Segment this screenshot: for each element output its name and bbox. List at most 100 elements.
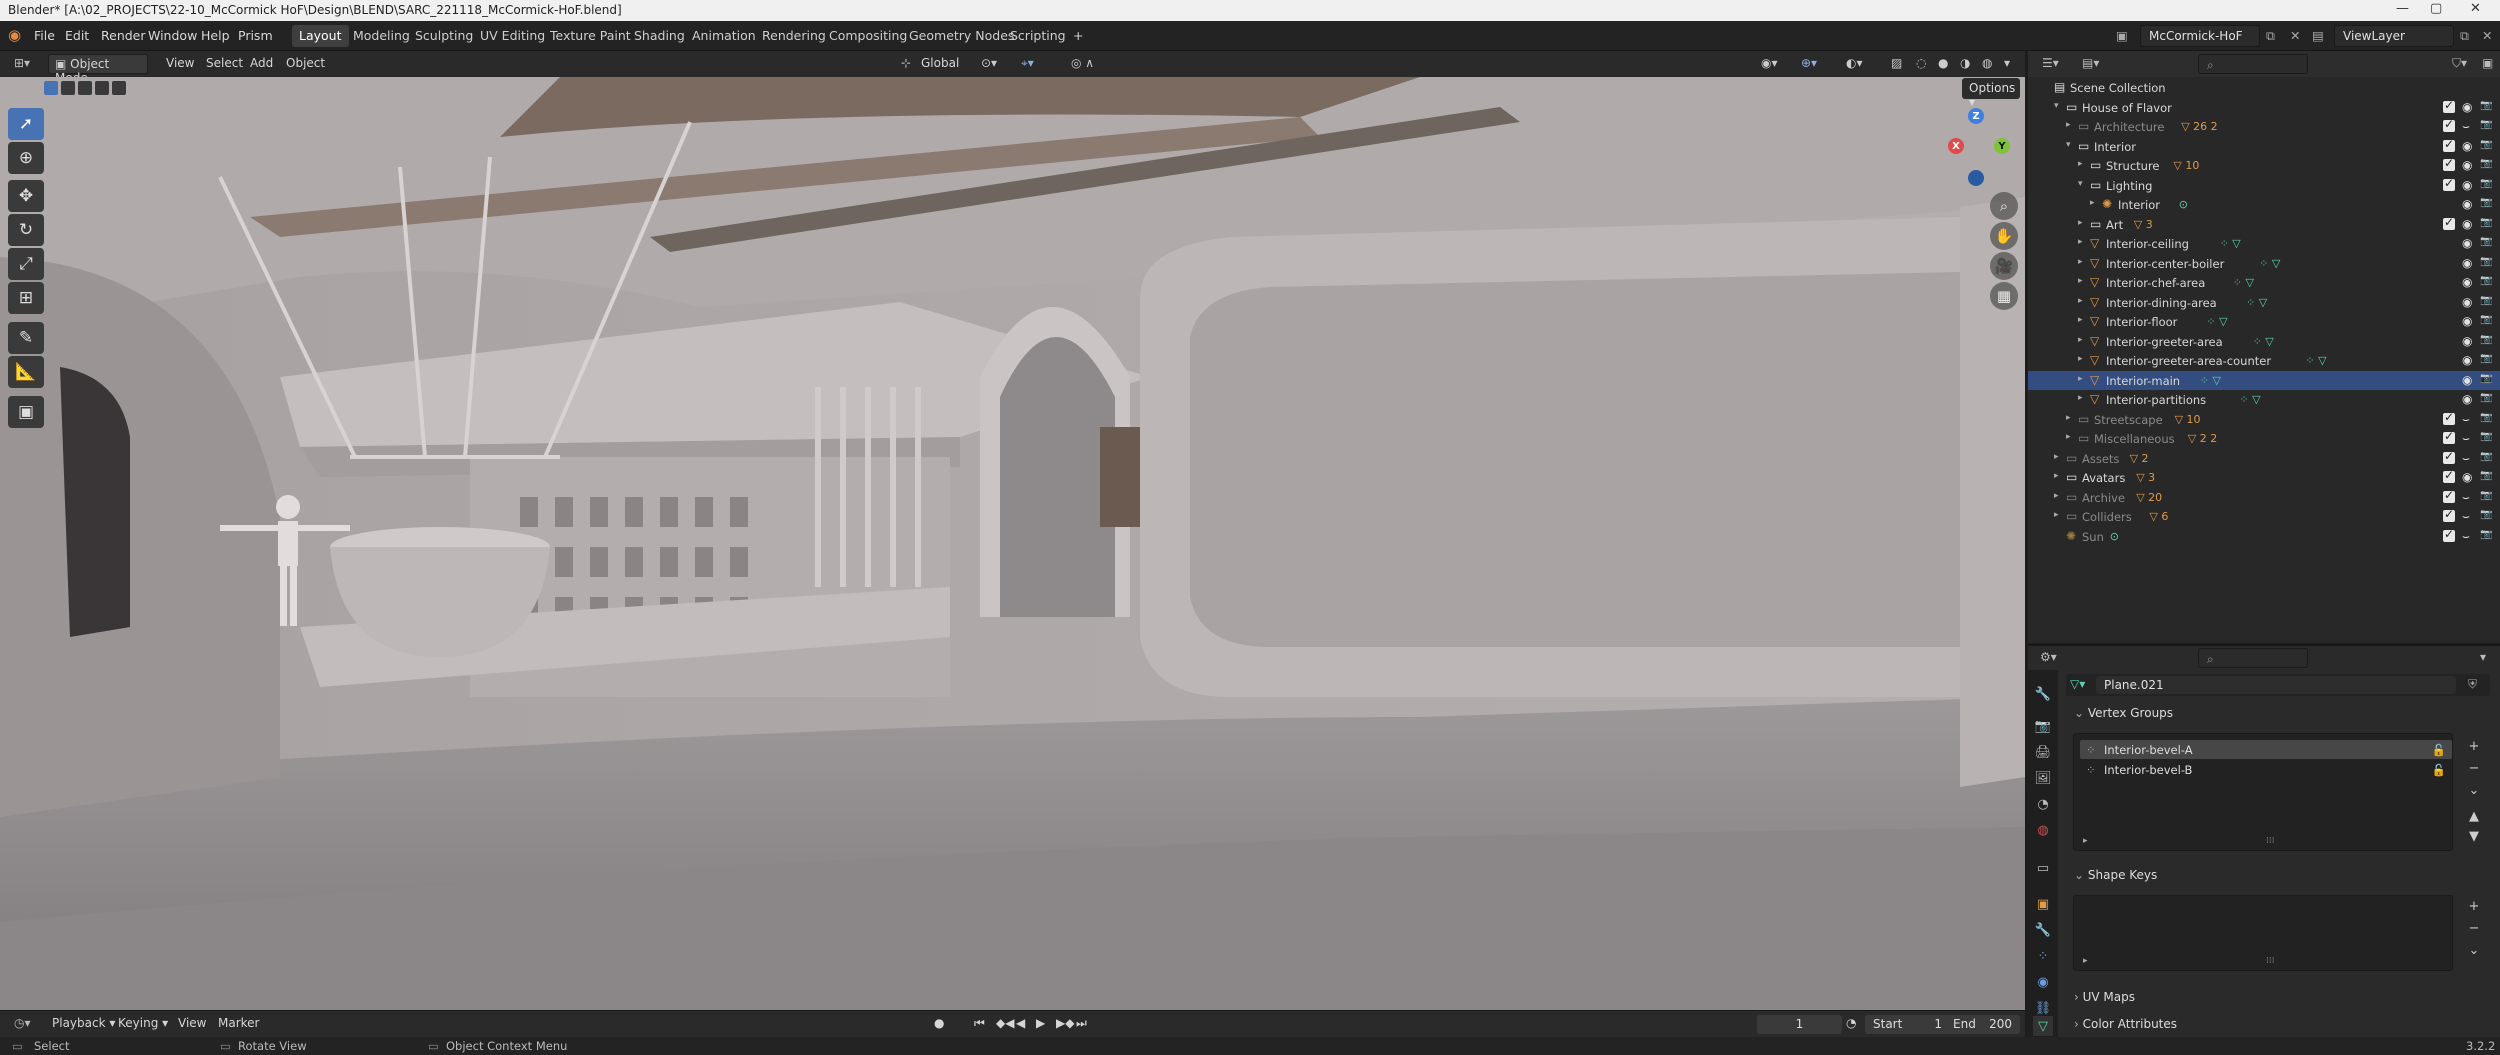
eye-closed-icon[interactable]: ⌣ xyxy=(2462,119,2470,134)
camera-icon[interactable]: 📷 xyxy=(2480,217,2492,228)
eye-icon[interactable]: ◉ xyxy=(2462,217,2472,231)
tab-sculpting[interactable]: Sculpting xyxy=(408,25,480,47)
particles-tab-icon[interactable]: ⁘ xyxy=(2033,946,2053,966)
outliner-row[interactable]: ▸ ▭ Miscellaneous ▽ 2 2 ⌣ 📷 xyxy=(2028,429,2500,449)
move-tool-icon[interactable]: ✥ xyxy=(8,180,44,212)
scale-tool-icon[interactable]: ⤢ xyxy=(8,248,44,280)
expand-arrow-icon[interactable]: ▸ xyxy=(2078,354,2083,364)
outliner-row[interactable]: ▾ ▭ Lighting ◉ 📷 xyxy=(2028,176,2500,196)
child-count-icon[interactable]: ▽ 26 2 xyxy=(2181,120,2217,133)
lock-icon[interactable]: 🔓 xyxy=(2432,763,2446,777)
eye-icon[interactable]: ◉ xyxy=(2462,373,2472,387)
zoom-icon[interactable]: ⌕ xyxy=(1990,192,2018,220)
camera-icon[interactable]: 📷 xyxy=(2480,275,2492,286)
tool-tab-icon[interactable]: 🔧 xyxy=(2033,684,2053,704)
snap-icon[interactable]: ⌖▾ xyxy=(1015,54,1040,74)
menu-view[interactable]: View xyxy=(160,54,200,74)
camera-icon[interactable]: 📷 xyxy=(2480,236,2492,247)
outliner-row[interactable]: ▤ Scene Collection xyxy=(2028,78,2500,98)
object-tab-icon[interactable]: ▣ xyxy=(2033,894,2053,914)
menu-edit[interactable]: Edit xyxy=(65,28,89,43)
vertex-group-specials-icon[interactable]: ⌄ xyxy=(2464,780,2484,800)
expand-arrow-icon[interactable]: ▸ xyxy=(2078,218,2083,228)
eye-closed-icon[interactable]: ⌣ xyxy=(2462,509,2470,524)
gizmo-y-axis[interactable]: Y xyxy=(1994,138,2010,154)
camera-icon[interactable]: 📷 xyxy=(2480,509,2492,520)
outliner-row[interactable]: ▸ ▭ Streetscape ▽ 10 ⌣ 📷 xyxy=(2028,410,2500,430)
properties-search-input[interactable]: ⌕ xyxy=(2198,648,2308,668)
expand-arrow-icon[interactable]: ▸ xyxy=(2078,393,2083,403)
mesh-data-tab-icon[interactable]: ▽ xyxy=(2033,1016,2053,1036)
list-resize-handle[interactable]: ⁞⁞⁞ xyxy=(2266,836,2275,846)
menu-render[interactable]: Render xyxy=(101,28,146,43)
minimize-button[interactable]: — xyxy=(2396,1,2409,16)
outliner-row[interactable]: ▸ ▽ Interior-center-boiler ⁘ ▽ ◉ 📷 xyxy=(2028,254,2500,274)
outliner-row[interactable]: ▸ ▽ Interior-partitions ⁘ ▽ ◉ 📷 xyxy=(2028,390,2500,410)
include-checkbox[interactable] xyxy=(2443,410,2455,425)
eye-icon[interactable]: ◉ xyxy=(2462,197,2472,211)
lock-icon[interactable]: 🔓 xyxy=(2432,743,2446,757)
menu-keying[interactable]: Keying ▾ xyxy=(112,1014,174,1034)
editor-type-icon[interactable]: ⊞▾ xyxy=(8,54,36,74)
menu-prism[interactable]: Prism xyxy=(238,28,273,43)
record-icon[interactable]: ● xyxy=(928,1014,950,1034)
jump-end-icon[interactable]: ⏭ xyxy=(1070,1014,1093,1034)
select-box-tool-icon[interactable]: ➚ xyxy=(8,108,44,140)
camera-icon[interactable]: 📷 xyxy=(2480,334,2492,345)
menu-select[interactable]: Select xyxy=(200,54,249,74)
outliner-row[interactable]: ▸ ▭ Colliders ▽ 6 ⌣ 📷 xyxy=(2028,507,2500,527)
tab-compositing[interactable]: Compositing xyxy=(822,25,914,47)
vertex-group-mesh-data-icon[interactable]: ⁘ ▽ xyxy=(2220,237,2241,250)
include-checkbox[interactable] xyxy=(2443,507,2455,522)
fake-user-shield-icon[interactable]: ⛨ xyxy=(2468,677,2477,692)
menu-help[interactable]: Help xyxy=(201,28,230,43)
include-checkbox[interactable] xyxy=(2443,156,2455,171)
expand-arrow-icon[interactable]: ▸ xyxy=(2078,237,2083,247)
properties-editor-icon[interactable]: ⚙▾ xyxy=(2034,648,2063,668)
3d-viewport[interactable] xyxy=(0,77,2025,1010)
eye-closed-icon[interactable]: ⌣ xyxy=(2462,529,2470,544)
eye-icon[interactable]: ◉ xyxy=(2462,353,2472,367)
child-count-icon[interactable]: ▽ 3 xyxy=(2134,218,2153,231)
outliner-row[interactable]: ▸ ▭ Architecture ▽ 26 2 ⌣ 📷 xyxy=(2028,117,2500,137)
expand-arrow-icon[interactable]: ▸ xyxy=(2078,159,2083,169)
vertex-group-mesh-data-icon[interactable]: ⁘ ▽ xyxy=(2206,315,2227,328)
maximize-button[interactable]: ▢ xyxy=(2430,1,2442,16)
display-mode-icon[interactable]: ▤▾ xyxy=(2076,54,2105,74)
overlay-toggle-icon[interactable]: ◐▾ xyxy=(1840,54,1869,74)
child-count-icon[interactable]: ▽ 10 xyxy=(2175,413,2201,426)
delete-viewlayer-icon[interactable]: ✕ xyxy=(2482,28,2492,43)
shading-material-icon[interactable]: ◑ xyxy=(1954,54,1976,74)
menu-add[interactable]: Add xyxy=(244,54,279,74)
child-count-icon[interactable]: ▽ 3 xyxy=(2136,471,2155,484)
include-checkbox[interactable] xyxy=(2443,215,2455,230)
outliner-search-input[interactable]: ⌕ xyxy=(2198,54,2308,74)
physics-tab-icon[interactable]: ◉ xyxy=(2033,972,2053,992)
modifier-tab-icon[interactable]: 🔧 xyxy=(2033,920,2053,940)
expand-arrow-icon[interactable]: ▸ xyxy=(2066,432,2071,442)
outliner-row[interactable]: ▸ ▽ Interior-floor ⁘ ▽ ◉ 📷 xyxy=(2028,312,2500,332)
jump-start-icon[interactable]: ⏮ xyxy=(968,1014,991,1034)
proportional-edit-icon[interactable]: ◎ ∧ xyxy=(1065,54,1100,74)
mode-selector[interactable]: ▣ Object Mode xyxy=(48,54,148,85)
camera-icon[interactable]: 📷 xyxy=(2480,314,2492,325)
remove-vertex-group-button[interactable]: − xyxy=(2464,758,2484,778)
menu-timeline-view[interactable]: View xyxy=(172,1014,212,1034)
view-layer-tab-icon[interactable]: 🖼 xyxy=(2033,768,2053,788)
gizmo-x-axis[interactable]: X xyxy=(1948,138,1964,154)
tab-modeling[interactable]: Modeling xyxy=(346,25,417,47)
outliner-row[interactable]: ▸ ▭ Archive ▽ 20 ⌣ 📷 xyxy=(2028,488,2500,508)
vertex-groups-panel-header[interactable]: ⌄ Vertex Groups xyxy=(2068,703,2463,725)
expand-arrow-icon[interactable]: ▸ xyxy=(2054,510,2059,520)
options-dropdown[interactable]: Options ▾ xyxy=(1962,78,2020,109)
eye-icon[interactable]: ◉ xyxy=(2462,158,2472,172)
eye-icon[interactable]: ◉ xyxy=(2462,256,2472,270)
camera-icon[interactable]: 📷 xyxy=(2480,295,2492,306)
tab-layout[interactable]: Layout xyxy=(292,25,349,47)
tab-shading[interactable]: Shading xyxy=(627,25,692,47)
close-button[interactable]: ✕ xyxy=(2470,1,2481,16)
light-data-icon[interactable]: ⊙ xyxy=(2110,530,2119,543)
collapse-arrow-icon[interactable]: ▾ xyxy=(2078,179,2083,189)
child-count-icon[interactable]: ▽ 20 xyxy=(2136,491,2162,504)
include-checkbox[interactable] xyxy=(2443,98,2455,113)
